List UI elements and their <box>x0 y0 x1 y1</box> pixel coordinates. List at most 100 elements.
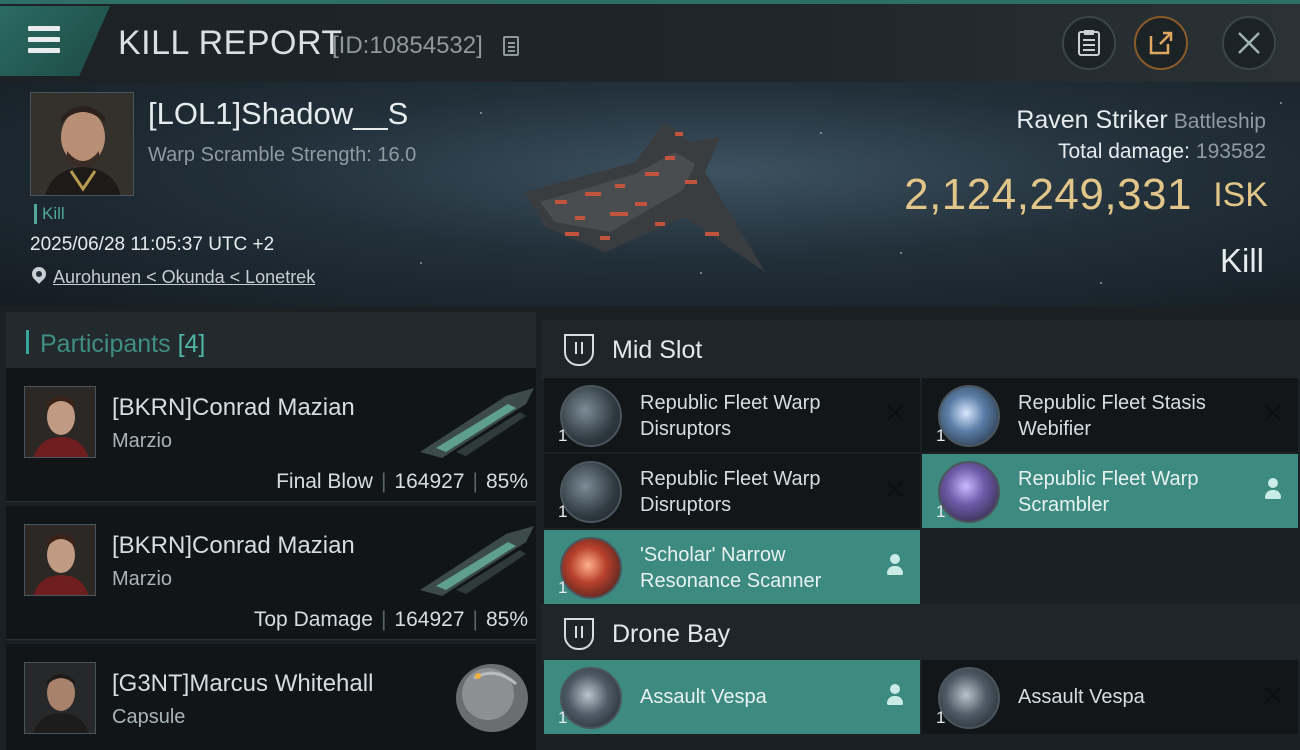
module-item[interactable]: 1 Republic Fleet Warp Scrambler <box>922 454 1298 528</box>
participant-stats: Top Damage | 164927 | 85% <box>253 608 528 631</box>
module-item[interactable]: 1 'Scholar' Narrow Resonance Scanner <box>544 530 920 604</box>
participant-name: [BKRN]Conrad Mazian <box>112 394 355 421</box>
participant-card[interactable]: [BKRN]Conrad Mazian Marzio Top Damage | 16… <box>6 506 536 640</box>
participant-card[interactable]: [BKRN]Conrad Mazian Marzio Final Blow | 16… <box>6 368 536 502</box>
assault-vespa-icon <box>560 667 622 729</box>
page-title: KILL REPORT <box>118 24 343 62</box>
warp-disruptor-icon <box>560 385 622 447</box>
assault-vespa-icon <box>938 667 1000 729</box>
module-qty: 1 <box>936 502 946 521</box>
drone-name: Assault Vespa <box>640 686 767 708</box>
modules-panel: Mid Slot 1 Republic Fleet Warp Disruptor… <box>542 306 1300 750</box>
isk-value: 2,124,249,331 <box>904 170 1192 219</box>
dropped-person-icon <box>1262 478 1284 500</box>
module-item[interactable]: 1 Republic Fleet Stasis Webifier <box>922 378 1298 452</box>
drone-bay-label: Drone Bay <box>612 620 731 648</box>
top-bar: KILL REPORT [ID:10854532] <box>0 0 1300 82</box>
location-pin-icon <box>29 264 49 284</box>
stasis-webifier-icon <box>938 385 1000 447</box>
clipboard-icon <box>1078 30 1100 56</box>
destroyed-x-icon <box>1262 684 1284 706</box>
victim-portrait[interactable] <box>30 92 134 196</box>
participant-avatar <box>24 386 96 458</box>
kill-tag: Kill <box>34 204 65 224</box>
participant-ship-image <box>420 388 534 458</box>
drone-item[interactable]: 1 Assault Vespa <box>544 660 920 734</box>
participant-ship: Capsule <box>112 706 186 728</box>
module-name: Republic Fleet Warp Disruptors <box>640 468 821 516</box>
participant-ship: Marzio <box>112 568 173 590</box>
participant-name: [G3NT]Marcus Whitehall <box>112 670 374 697</box>
module-qty: 1 <box>558 578 568 597</box>
participants-header: Participants [4] <box>6 312 536 370</box>
ship-info: Raven Striker Battleship <box>1016 106 1266 135</box>
menu-icon <box>28 26 60 59</box>
participant-stats: Final Blow | 164927 | 85% <box>276 470 528 493</box>
kill-result: Kill <box>1219 242 1264 279</box>
participant-damage: 164927 <box>394 470 465 493</box>
participant-role: Top Damage <box>253 608 373 631</box>
module-item[interactable]: 1 Republic Fleet Warp Disruptors <box>544 378 920 452</box>
portrait-image <box>31 93 133 195</box>
participant-percent: 85% <box>485 470 528 493</box>
menu-button[interactable] <box>0 6 110 76</box>
isk-unit: ISK <box>1213 176 1268 214</box>
slot-shield-icon <box>564 334 594 366</box>
ship-class: Battleship <box>1173 110 1266 133</box>
location-link[interactable]: Aurohunen < Okunda < Lonetrek <box>53 267 315 288</box>
victim-name[interactable]: [LOL1]Shadow__S <box>148 96 408 132</box>
participant-ship: Marzio <box>112 430 173 452</box>
participant-damage: 164927 <box>394 608 465 631</box>
share-icon <box>1149 31 1173 55</box>
module-qty: 1 <box>558 426 568 445</box>
warp-scrambler-icon <box>938 461 1000 523</box>
destroyed-x-icon <box>1262 402 1284 424</box>
module-name: Republic Fleet Stasis Webifier <box>1018 392 1206 440</box>
drone-name: Assault Vespa <box>1018 686 1145 708</box>
share-button[interactable] <box>1134 16 1188 70</box>
close-icon <box>1238 32 1260 54</box>
kill-timestamp: 2025/06/28 11:05:37 UTC +2 <box>30 234 275 255</box>
module-item[interactable]: 1 Republic Fleet Warp Disruptors <box>544 454 920 528</box>
close-button[interactable] <box>1222 16 1276 70</box>
participant-role: Final Blow <box>276 470 373 493</box>
copy-icon[interactable] <box>503 36 519 56</box>
top-accent-line <box>0 0 1300 4</box>
clipboard-button[interactable] <box>1062 16 1116 70</box>
victim-ship-image <box>525 122 765 272</box>
participant-avatar <box>24 662 96 734</box>
warp-scramble-strength: Warp Scramble Strength: 16.0 <box>148 144 417 166</box>
destroyed-x-icon <box>884 402 906 424</box>
victim-banner: [LOL1]Shadow__S Warp Scramble Strength: … <box>0 82 1300 306</box>
destroyed-x-icon <box>884 478 906 500</box>
total-damage-label: Total damage: <box>1058 140 1190 163</box>
total-damage-value: 193582 <box>1195 140 1266 163</box>
drone-item[interactable]: 1 Assault Vespa <box>922 660 1298 734</box>
module-name: Republic Fleet Warp Disruptors <box>640 392 821 440</box>
participants-header-bar <box>26 330 29 354</box>
module-qty: 1 <box>558 502 568 521</box>
ship-name[interactable]: Raven Striker <box>1016 106 1167 134</box>
report-id: [ID:10854532] <box>332 32 483 59</box>
participants-label: Participants <box>40 330 171 358</box>
dropped-person-icon <box>884 684 906 706</box>
module-qty: 1 <box>936 426 946 445</box>
module-name: 'Scholar' Narrow Resonance Scanner <box>640 544 822 592</box>
participants-count: [4] <box>177 330 206 358</box>
participant-avatar <box>24 524 96 596</box>
drone-bay-header: Drone Bay <box>542 604 1300 664</box>
participant-ship-image <box>420 526 534 596</box>
participant-percent: 85% <box>485 608 528 631</box>
participants-panel: Participants [4] [BKRN]Conrad Mazian Mar… <box>0 306 542 750</box>
warp-disruptor-icon <box>560 461 622 523</box>
participant-card[interactable]: [G3NT]Marcus Whitehall Capsule <box>6 644 536 750</box>
total-damage: Total damage: 193582 <box>1058 140 1266 164</box>
drone-qty: 1 <box>558 708 568 727</box>
mid-slot-header: Mid Slot <box>542 320 1300 380</box>
participants-title: Participants [4] <box>40 330 205 359</box>
module-name: Republic Fleet Warp Scrambler <box>1018 468 1199 516</box>
drone-qty: 1 <box>936 708 946 727</box>
participant-name: [BKRN]Conrad Mazian <box>112 532 355 559</box>
slot-shield-icon <box>564 618 594 650</box>
resonance-scanner-icon <box>560 537 622 599</box>
